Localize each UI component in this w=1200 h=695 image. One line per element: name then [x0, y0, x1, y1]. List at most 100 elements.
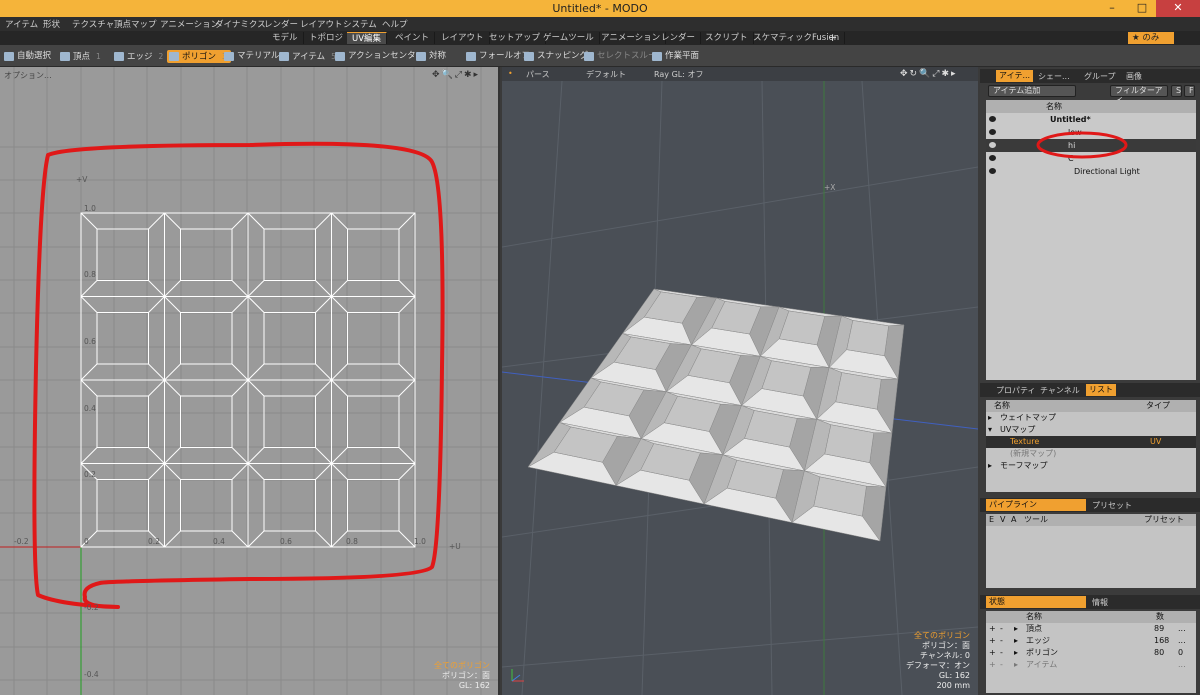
- menu-item[interactable]: レイアウト: [300, 18, 343, 30]
- tile-top-face: [846, 320, 889, 357]
- tab-info[interactable]: 情報: [1092, 597, 1108, 608]
- plus-icon[interactable]: +: [989, 647, 996, 659]
- tab-render[interactable]: レンダー: [656, 32, 702, 44]
- edge-icon: [114, 52, 124, 61]
- minus-icon[interactable]: -: [1000, 623, 1003, 635]
- snapping-button[interactable]: スナッピング: [522, 50, 588, 63]
- close-button[interactable]: ✕: [1156, 0, 1200, 17]
- tree-row[interactable]: hi: [986, 139, 1196, 152]
- minus-icon[interactable]: -: [1000, 659, 1003, 671]
- tab-presets[interactable]: プリセット: [1092, 500, 1132, 511]
- tab-script[interactable]: スクリプト: [700, 32, 754, 44]
- plus-icon[interactable]: +: [989, 659, 996, 671]
- s-button[interactable]: S: [1171, 85, 1182, 97]
- tree-row[interactable]: C: [986, 152, 1196, 165]
- status-line: チャンネル: 0: [919, 651, 970, 660]
- eye-icon[interactable]: [989, 142, 996, 148]
- stats-row[interactable]: + - ▸ エッジ 168 ...: [986, 635, 1196, 647]
- tab-channels[interactable]: チャンネル: [1040, 385, 1080, 396]
- tool-pipeline[interactable]: E V A ツール プリセット: [986, 514, 1196, 588]
- tab-groups[interactable]: グループ: [1084, 71, 1116, 82]
- eye-icon[interactable]: [989, 129, 996, 135]
- tab-properties[interactable]: プロパティ: [996, 385, 1036, 396]
- perspective-viewport[interactable]: • パース デフォルト Ray GL: オフ ✥↻🔍⤢✱▸ +X 全てのポリゴン…: [502, 67, 978, 695]
- uv-viewport[interactable]: オプション... ✥🔍⤢✱▸ +V +U 1.0 0.8 0.6 0.4 0.2…: [0, 67, 500, 695]
- material-mode-button[interactable]: マテリアル: [222, 50, 279, 63]
- list-item[interactable]: ▸ モーフマップ: [986, 460, 1196, 472]
- expand-arrow-icon[interactable]: ▸: [988, 412, 992, 424]
- expand-arrow-icon[interactable]: ▸: [1014, 659, 1018, 671]
- eye-icon[interactable]: [989, 116, 996, 122]
- minus-icon[interactable]: -: [1000, 647, 1003, 659]
- stats-row[interactable]: + - ▸ 頂点 89 ...: [986, 623, 1196, 635]
- uv-edge: [148, 379, 165, 397]
- maximize-button[interactable]: □: [1128, 0, 1156, 17]
- menu-item[interactable]: アイテム: [5, 18, 38, 30]
- minus-icon[interactable]: -: [1000, 635, 1003, 647]
- list-item[interactable]: Texture UV: [986, 436, 1196, 448]
- auto-select-button[interactable]: 自動選択: [2, 50, 51, 63]
- minimize-button[interactable]: –: [1098, 0, 1126, 17]
- vertex-mode-button[interactable]: 頂点 1: [58, 50, 101, 63]
- menu-item[interactable]: ヘルプ: [382, 18, 408, 30]
- expand-arrow-icon[interactable]: ▸: [1014, 623, 1018, 635]
- add-item-dropdown[interactable]: アイテム追加: [988, 85, 1076, 97]
- tab-game-tools[interactable]: ゲームツール: [538, 32, 600, 44]
- plus-icon[interactable]: +: [989, 635, 996, 647]
- eye-icon[interactable]: [989, 168, 996, 174]
- tab-model[interactable]: モデル: [267, 32, 304, 44]
- expand-arrow-icon[interactable]: ▸: [988, 460, 992, 472]
- f-button[interactable]: F: [1184, 85, 1195, 97]
- tree-row[interactable]: low: [986, 126, 1196, 139]
- mesh-hi: [527, 288, 905, 542]
- uv-edge: [331, 379, 348, 397]
- list-item[interactable]: ▾ UVマップ: [986, 424, 1196, 436]
- menu-item[interactable]: アニメーション: [160, 18, 219, 30]
- list-item-label: UVマップ: [1000, 425, 1036, 434]
- tab-layout[interactable]: レイアウト: [436, 32, 490, 44]
- stats-row[interactable]: + - ▸ アイテム ...: [986, 659, 1196, 671]
- list-item[interactable]: (新規マップ): [986, 448, 1196, 460]
- add-tab-button[interactable]: +: [828, 31, 837, 44]
- expand-arrow-icon[interactable]: ▸: [1014, 635, 1018, 647]
- menu-item[interactable]: システム: [343, 18, 377, 30]
- layout-preset[interactable]: ★ のみ: [1128, 32, 1174, 44]
- edge-mode-button[interactable]: エッジ 2: [112, 50, 163, 63]
- tab-items[interactable]: アイテ...: [996, 70, 1034, 82]
- menu-item[interactable]: 頂点マップ: [114, 18, 157, 30]
- expand-arrow-icon[interactable]: ▸: [1014, 647, 1018, 659]
- collapse-arrow-icon[interactable]: ▾: [988, 424, 992, 436]
- tree-row[interactable]: Untitled*: [986, 113, 1196, 126]
- tab-setup[interactable]: セットアップ: [484, 32, 547, 44]
- item-mode-button[interactable]: アイテム 5: [277, 50, 336, 63]
- action-center-button[interactable]: アクションセンター: [333, 50, 424, 63]
- tab-topology[interactable]: トポロジ: [304, 32, 350, 44]
- menu-item[interactable]: レンダー: [264, 18, 298, 30]
- list-item[interactable]: ▸ ウェイトマップ: [986, 412, 1196, 424]
- tab-images[interactable]: 画像: [1126, 71, 1142, 82]
- tab-state[interactable]: 状態: [986, 596, 1086, 608]
- tab-pipeline[interactable]: パイプライン: [986, 499, 1086, 511]
- tab-paint[interactable]: ペイント: [390, 32, 436, 44]
- stats-row[interactable]: + - ▸ ポリゴン 80 0: [986, 647, 1196, 659]
- eye-icon[interactable]: [989, 155, 996, 161]
- falloff-button[interactable]: フォールオフ: [464, 50, 530, 63]
- uv-edge: [331, 280, 348, 297]
- stats-label: エッジ: [1026, 636, 1050, 645]
- menu-item[interactable]: ダイナミクス: [215, 18, 266, 30]
- menu-item[interactable]: テクスチャ: [72, 18, 114, 30]
- tab-shader[interactable]: シェー...: [1038, 71, 1070, 82]
- uv-edge: [164, 363, 181, 381]
- uv-edge: [164, 530, 181, 548]
- uv-edge: [331, 447, 348, 464]
- work-plane-button[interactable]: 作業平面: [650, 50, 699, 63]
- tab-uv-edit[interactable]: UV編集: [347, 32, 388, 44]
- symmetry-button[interactable]: 対称: [414, 50, 446, 63]
- plus-icon[interactable]: +: [989, 623, 996, 635]
- menu-item[interactable]: 形状: [43, 18, 60, 30]
- 3d-scene: [502, 80, 978, 695]
- select-through-button[interactable]: セレクトスルー: [582, 50, 657, 63]
- item-tree-empty-area[interactable]: [986, 176, 1196, 380]
- filter-items-button[interactable]: フィルターアイ...: [1110, 85, 1168, 105]
- tab-list[interactable]: リスト: [1086, 384, 1116, 396]
